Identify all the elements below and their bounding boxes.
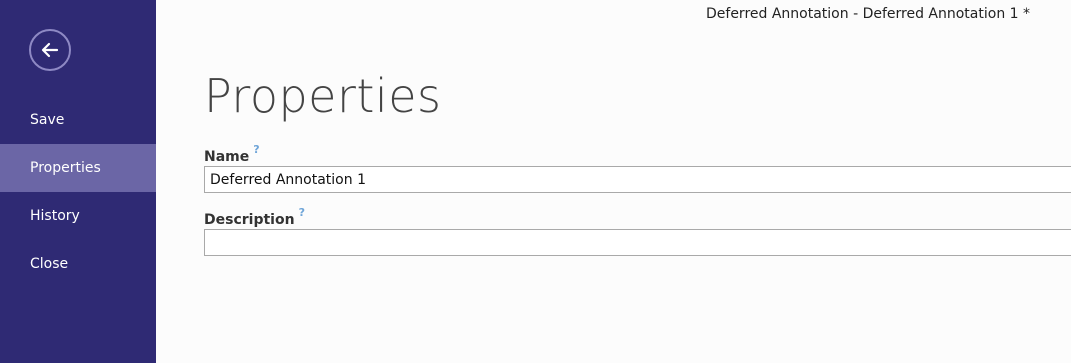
name-label-row: Name? [204,143,260,165]
backstage-view: Save Properties History Close Deferred A… [0,0,1071,363]
name-field[interactable] [204,166,1071,193]
description-field[interactable] [204,229,1071,256]
name-help-icon[interactable]: ? [253,143,259,156]
sidebar-item-history[interactable]: History [0,192,156,240]
sidebar-item-save[interactable]: Save [0,96,156,144]
page-title: Properties [204,69,442,123]
window-title: Deferred Annotation - Deferred Annotatio… [706,6,1030,22]
description-label: Description [204,212,295,228]
sidebar-item-properties[interactable]: Properties [0,144,156,192]
sidebar: Save Properties History Close [0,0,156,363]
back-button[interactable] [29,29,71,71]
name-label: Name [204,149,250,165]
description-label-row: Description? [204,206,305,228]
sidebar-item-close[interactable]: Close [0,240,156,288]
description-help-icon[interactable]: ? [299,206,305,219]
arrow-left-circle-icon [41,42,59,58]
